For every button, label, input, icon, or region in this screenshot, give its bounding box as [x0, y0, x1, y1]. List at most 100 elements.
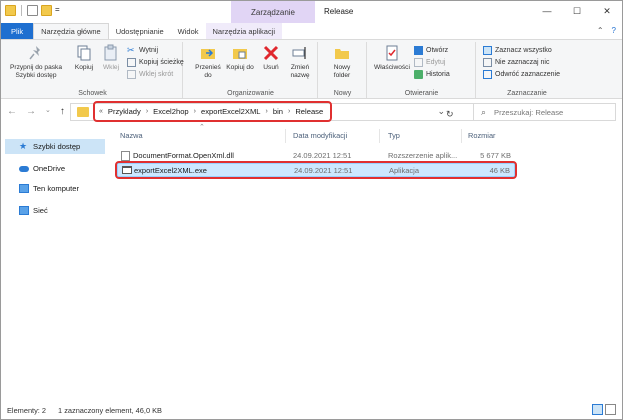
cloud-icon — [19, 165, 29, 172]
recent-chevron-icon[interactable]: ⌄ — [45, 106, 51, 117]
paste-icon — [104, 44, 117, 61]
group-open: Właściwości Otwórz Edytuj Historia Otwie… — [368, 42, 476, 98]
move-folder-icon — [201, 49, 215, 59]
cut-button[interactable]: ✂ Wytnij — [127, 46, 158, 55]
status-selection: 1 zaznaczony element, 46,0 KB — [58, 405, 162, 415]
group-label-organize: Organizowanie — [227, 90, 274, 97]
tab-view[interactable]: Widok — [171, 23, 206, 39]
column-header-date[interactable]: Data modyfikacji — [293, 131, 347, 140]
file-size: 5 677 KB — [480, 151, 511, 160]
tab-app-tools[interactable]: Narzędzia aplikacji — [205, 23, 283, 39]
details-view-icon[interactable] — [592, 404, 603, 415]
paste-shortcut-icon — [127, 70, 136, 79]
search-icon: ⌕ — [481, 107, 487, 117]
paste-shortcut-button[interactable]: Wklej skrót — [127, 70, 173, 79]
rename-button[interactable]: Zmień nazwę — [286, 44, 314, 80]
select-none-button[interactable]: Nie zaznaczaj nic — [483, 58, 549, 67]
rename-icon — [292, 47, 306, 59]
copy-path-icon — [127, 58, 136, 67]
copy-folder-icon — [233, 49, 247, 59]
tab-share[interactable]: Udostępnianie — [109, 23, 171, 39]
group-clipboard: Przypnij do paska Szybki dostęp Kopiuj W… — [3, 42, 184, 98]
chevron-down-icon[interactable]: ⌄ — [437, 106, 445, 117]
large-icons-view-icon[interactable] — [605, 404, 616, 415]
group-organize: Przenieś do Kopiuj do Usuń Zmień nazwę O… — [184, 42, 318, 98]
pin-icon — [29, 46, 40, 60]
copy-path-button[interactable]: Kopiuj ścieżkę — [127, 58, 184, 67]
context-tab-header: Zarządzanie — [231, 1, 315, 23]
help-icon[interactable]: ? — [612, 26, 616, 35]
sidebar-item-network[interactable]: Sieć — [5, 203, 105, 218]
paste-button[interactable]: Wklej — [99, 44, 123, 72]
customize-icon[interactable]: = — [55, 5, 66, 16]
new-folder-icon — [335, 49, 349, 59]
maximize-button[interactable]: ☐ — [562, 1, 592, 21]
group-label-open: Otwieranie — [404, 90, 439, 97]
select-none-icon — [483, 58, 492, 67]
group-select: Zaznacz wszystko Nie zaznaczaj nic Odwró… — [477, 42, 577, 98]
minimize-button[interactable]: — — [532, 1, 562, 21]
scissors-icon: ✂ — [127, 45, 135, 55]
back-arrow-icon[interactable]: ← — [7, 106, 17, 117]
properties-button[interactable]: Właściwości — [372, 44, 412, 72]
explorer-window: = Zarządzanie Release — ☐ ✕ Plik Narzędz… — [0, 0, 623, 420]
title-bar: = Zarządzanie Release — ☐ ✕ — [1, 1, 622, 23]
file-type: Rozszerzenie aplik... — [388, 151, 458, 160]
ribbon-tabs: Plik Narzędzia główne Udostępnianie Wido… — [1, 23, 622, 39]
copy-button[interactable]: Kopiuj — [71, 44, 97, 72]
history-icon — [414, 70, 423, 79]
window-title: Release — [324, 7, 354, 16]
open-icon — [414, 46, 423, 55]
pin-button[interactable]: Przypnij do paska Szybki dostęp — [5, 44, 67, 80]
file-name: DocumentFormat.OpenXml.dll — [133, 151, 234, 160]
edit-button[interactable]: Edytuj — [414, 58, 445, 67]
status-item-count: Elementy: 2 — [7, 405, 47, 415]
folder-icon — [5, 5, 16, 16]
new-folder-icon[interactable] — [41, 5, 52, 16]
move-to-button[interactable]: Przenieś do — [194, 44, 222, 80]
sort-chevron-icon: ⌃ — [199, 124, 205, 131]
invert-selection-button[interactable]: Odwróć zaznaczenie — [483, 70, 560, 79]
forward-arrow-icon[interactable]: → — [26, 106, 36, 117]
search-input[interactable]: ⌕ Przeszukaj: Release — [473, 103, 616, 121]
group-label-clipboard: Schowek — [78, 90, 107, 97]
new-folder-button[interactable]: Nowy folder — [325, 44, 359, 80]
address-highlight-box — [93, 101, 332, 122]
tab-file[interactable]: Plik — [1, 23, 34, 39]
file-date: 24.09.2021 12:51 — [293, 151, 352, 160]
invert-selection-icon — [483, 70, 492, 79]
checkbox-icon[interactable] — [27, 5, 38, 16]
quick-access-toolbar: = — [5, 5, 66, 16]
delete-icon — [263, 45, 279, 61]
folder-icon — [77, 107, 89, 117]
search-placeholder: Przeszukaj: Release — [494, 108, 564, 117]
column-header-size[interactable]: Rozmiar — [468, 131, 496, 140]
group-new: Nowy folder Nowy — [319, 42, 367, 98]
edit-icon — [414, 58, 423, 67]
sidebar-item-onedrive[interactable]: OneDrive — [5, 161, 105, 176]
delete-button[interactable]: Usuń — [260, 44, 282, 72]
history-button[interactable]: Historia — [414, 70, 450, 79]
computer-icon — [19, 184, 29, 193]
star-icon: ★ — [19, 141, 28, 151]
select-all-button[interactable]: Zaznacz wszystko — [483, 46, 552, 55]
select-all-icon — [483, 46, 492, 55]
network-icon — [19, 206, 29, 215]
sidebar-item-quick-access[interactable]: ★ Szybki dostęp — [5, 139, 105, 154]
refresh-icon[interactable]: ↻ — [446, 109, 454, 120]
column-header-type[interactable]: Typ — [388, 131, 400, 140]
tab-home[interactable]: Narzędzia główne — [33, 23, 109, 39]
window-controls: — ☐ ✕ — [532, 1, 622, 21]
sidebar-item-this-pc[interactable]: Ten komputer — [5, 181, 105, 196]
open-button[interactable]: Otwórz — [414, 46, 448, 55]
navigation-pane: ★ Szybki dostęp OneDrive Ten komputer Si… — [1, 129, 111, 401]
copy-to-button[interactable]: Kopiuj do — [226, 44, 254, 72]
close-button[interactable]: ✕ — [592, 1, 622, 21]
status-bar: Elementy: 2 1 zaznaczony element, 46,0 K… — [1, 401, 622, 419]
chevron-up-icon[interactable]: ⌃ — [597, 26, 604, 35]
dll-file-icon — [121, 151, 130, 161]
up-arrow-icon[interactable]: ↑ — [60, 106, 65, 117]
properties-icon — [386, 45, 398, 61]
column-header-name[interactable]: Nazwa — [120, 131, 143, 140]
group-label-select: Zaznaczanie — [507, 90, 547, 97]
